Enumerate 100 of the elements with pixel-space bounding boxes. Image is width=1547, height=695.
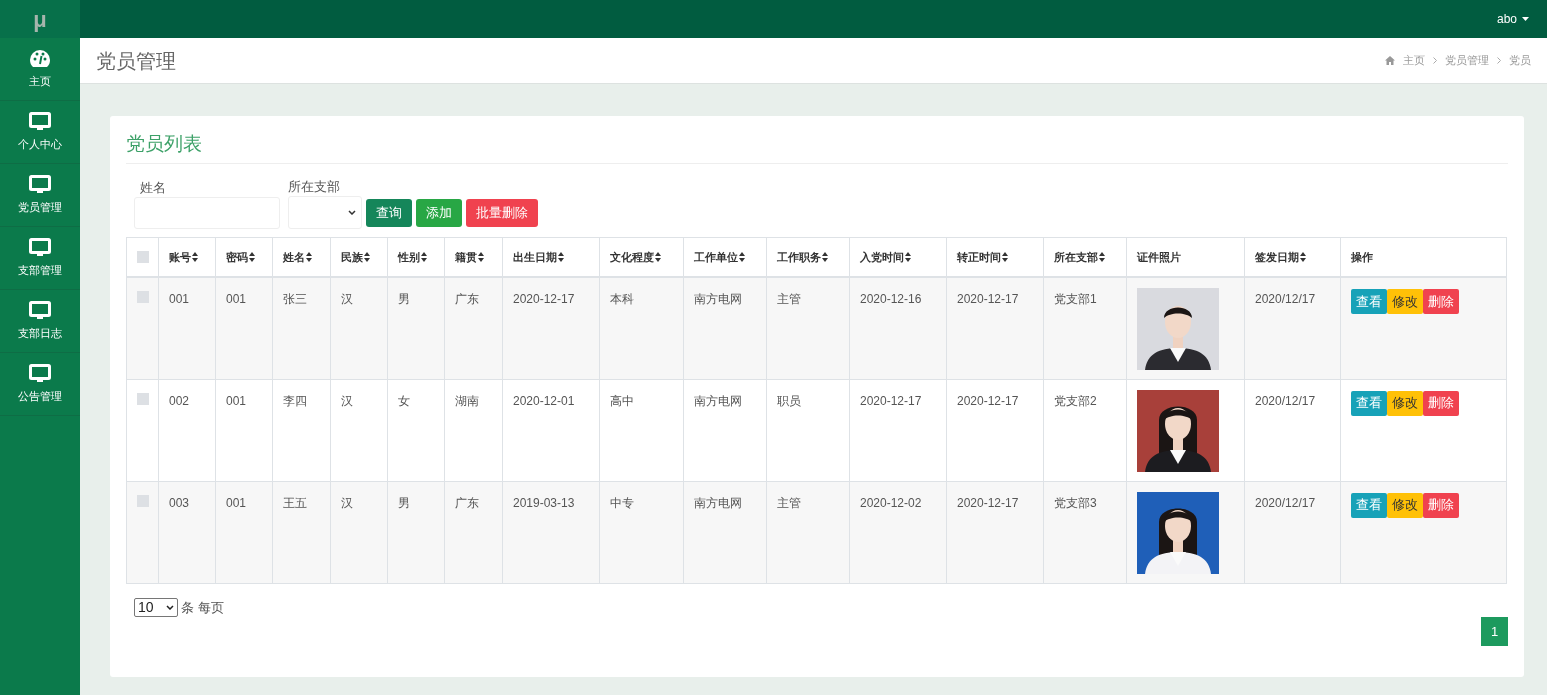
table-cell: 002: [169, 393, 190, 408]
column-header[interactable]: 密码: [226, 248, 248, 265]
table-cell: 2020/12/17: [1255, 292, 1316, 306]
sort-icon: [478, 251, 484, 262]
sort-icon: [905, 251, 911, 262]
action-button[interactable]: 修改: [1387, 289, 1423, 314]
home-icon: [1385, 56, 1395, 65]
checkbox[interactable]: [137, 250, 149, 263]
table-cell: 001: [169, 292, 190, 306]
card-title: 党员列表: [126, 133, 202, 154]
sort-icon: [421, 251, 427, 262]
column-header[interactable]: 签发日期: [1255, 248, 1299, 265]
column-header: 证件照片: [1137, 249, 1181, 265]
table-cell: 南方电网: [694, 393, 742, 408]
column-header[interactable]: 入党时间: [860, 248, 904, 265]
table-cell: 主管: [777, 495, 801, 510]
table-cell: 职员: [777, 393, 801, 408]
sort-icon: [822, 251, 828, 262]
table-cell: 2020-12-01: [513, 393, 575, 408]
table-cell: 2020-12-17: [513, 292, 575, 306]
toolbar-button[interactable]: 批量删除: [466, 198, 538, 227]
page-button[interactable]: 1: [1481, 617, 1508, 646]
table-cell: 广东: [455, 292, 479, 306]
action-button[interactable]: 删除: [1423, 289, 1459, 314]
table-cell: 003: [169, 495, 190, 510]
sort-icon: [306, 251, 312, 262]
monitor-icon: [29, 111, 51, 132]
table-cell: 2020/12/17: [1255, 393, 1316, 408]
table-cell: 2020-12-17: [957, 292, 1019, 306]
user-menu[interactable]: abo: [1496, 10, 1529, 28]
action-button[interactable]: 删除: [1423, 492, 1459, 518]
sort-icon: [1002, 251, 1008, 262]
sort-icon: [249, 251, 255, 262]
table-cell: 2019-03-13: [513, 495, 575, 510]
field-label: 所在支部: [288, 177, 341, 196]
checkbox[interactable]: [137, 291, 149, 303]
page-size-select[interactable]: 10: [134, 597, 178, 617]
column-header[interactable]: 性别: [398, 248, 420, 265]
table-cell: 南方电网: [694, 292, 742, 306]
table-cell: 2020-12-17: [957, 495, 1019, 510]
table-cell: 张三: [283, 292, 307, 306]
sort-icon: [364, 251, 370, 262]
action-button[interactable]: 删除: [1423, 390, 1459, 416]
page-title: 党员管理: [96, 48, 176, 74]
table-cell: 中专: [610, 495, 634, 510]
field-label: 姓名: [140, 178, 167, 197]
action-button[interactable]: 修改: [1387, 492, 1423, 518]
table-cell: 2020-12-17: [957, 393, 1019, 408]
column-header: 操作: [1351, 249, 1373, 265]
sort-icon: [655, 251, 661, 262]
table-cell: 001: [226, 393, 247, 408]
table-cell: 汉: [341, 393, 353, 408]
table-cell: 男: [398, 292, 410, 306]
branch-select[interactable]: [288, 195, 362, 229]
table-cell: 南方电网: [694, 495, 742, 510]
toolbar-button[interactable]: 查询: [366, 198, 412, 227]
table-cell: 001: [226, 495, 247, 510]
sort-icon: [192, 251, 198, 262]
sort-icon: [1099, 251, 1105, 262]
chevron-icon: [1497, 57, 1501, 64]
checkbox[interactable]: [137, 392, 149, 405]
table-cell: 女: [398, 393, 410, 408]
monitor-icon: [29, 363, 51, 384]
checkbox[interactable]: [137, 494, 149, 507]
sort-icon: [1300, 251, 1306, 262]
table-cell: 男: [398, 495, 410, 510]
column-header[interactable]: 账号: [169, 248, 191, 265]
table-cell: 001: [226, 292, 247, 306]
column-header[interactable]: 姓名: [283, 248, 305, 265]
table-cell: 李四: [283, 393, 307, 408]
table-cell: 党支部2: [1054, 393, 1097, 408]
caret-icon: [1522, 17, 1529, 21]
column-header[interactable]: 民族: [341, 248, 363, 265]
dashboard-icon: [29, 48, 51, 69]
table-cell: 汉: [341, 495, 353, 510]
chevron-icon: [1433, 57, 1437, 64]
table-cell: 湖南: [455, 393, 479, 408]
table-cell: 王五: [283, 495, 307, 510]
sort-icon: [558, 251, 564, 262]
table-cell: 主管: [777, 292, 801, 306]
sort-icon: [739, 251, 745, 262]
table-cell: 2020-12-16: [860, 292, 922, 306]
column-header[interactable]: 转正时间: [957, 248, 1001, 265]
table-cell: 本科: [610, 292, 634, 306]
table-cell: 党支部3: [1054, 495, 1097, 510]
chevron-down-icon: [166, 604, 174, 610]
chevron-down-icon: [348, 209, 356, 215]
monitor-icon: [29, 300, 51, 321]
page-size-label: 条 每页: [181, 598, 224, 617]
table-cell: 高中: [610, 393, 634, 408]
table-cell: 广东: [455, 495, 479, 510]
monitor-icon: [29, 174, 51, 195]
column-header[interactable]: 籍贯: [455, 248, 477, 265]
action-button[interactable]: 修改: [1387, 390, 1423, 416]
column-header[interactable]: 出生日期: [513, 248, 557, 265]
logo: μ: [33, 5, 47, 34]
table-cell: 2020-12-17: [860, 393, 922, 408]
table-cell: 党支部1: [1054, 292, 1097, 306]
table-cell: 2020/12/17: [1255, 495, 1316, 510]
monitor-icon: [29, 237, 51, 258]
